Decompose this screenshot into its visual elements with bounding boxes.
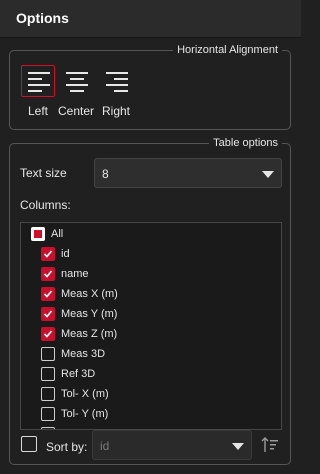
- table-options-legend: Table options: [209, 136, 282, 150]
- sort-by-select[interactable]: id: [92, 430, 252, 460]
- options-header: Options: [0, 0, 301, 38]
- chevron-down-icon: [262, 171, 274, 178]
- column-item[interactable]: All: [21, 224, 281, 244]
- align-center-button[interactable]: Center: [56, 65, 96, 119]
- column-label: Meas Y (m): [61, 308, 118, 320]
- column-checkbox[interactable]: [41, 347, 55, 361]
- align-center-label: Center: [57, 104, 95, 118]
- column-label: All: [51, 228, 64, 240]
- align-left-label: Left: [27, 104, 48, 118]
- align-right-label: Right: [101, 104, 130, 118]
- chevron-down-icon: [232, 443, 244, 450]
- sort-by-value: id: [100, 439, 110, 453]
- column-checkbox[interactable]: [41, 327, 55, 341]
- column-label: id: [61, 248, 70, 260]
- column-checkbox[interactable]: [41, 407, 55, 421]
- sort-by-checkbox[interactable]: [21, 436, 37, 452]
- column-item[interactable]: Meas Z (m): [21, 324, 281, 344]
- column-item[interactable]: Meas X (m): [21, 284, 281, 304]
- column-checkbox[interactable]: [41, 267, 55, 281]
- column-label: Meas 3D: [61, 348, 106, 360]
- column-label: Ref 3D: [61, 368, 96, 380]
- check-icon: [43, 330, 53, 338]
- table-options-group: Table options Text size 8 Columns: All id…: [9, 136, 291, 465]
- column-label: Meas X (m): [61, 288, 118, 300]
- column-checkbox[interactable]: [41, 247, 55, 261]
- check-icon: [43, 250, 53, 258]
- text-size-value: 8: [102, 167, 109, 181]
- columns-list[interactable]: All id name Meas X (m) Meas Y (m) Meas Z (m) M…: [20, 222, 282, 430]
- page-title: Options: [16, 10, 69, 26]
- column-item[interactable]: name: [21, 264, 281, 284]
- align-right-icon: [99, 65, 133, 97]
- columns-label: Columns:: [20, 198, 71, 212]
- text-size-select[interactable]: 8: [94, 158, 282, 188]
- check-icon: [43, 310, 53, 318]
- horizontal-alignment-legend: Horizontal Alignment: [173, 43, 282, 57]
- column-checkbox[interactable]: [41, 307, 55, 321]
- sort-order-icon[interactable]: [261, 436, 279, 454]
- column-item[interactable]: Meas 3D: [21, 344, 281, 364]
- column-label: Tol- Y (m): [61, 408, 109, 420]
- align-left-button[interactable]: Left: [18, 65, 58, 119]
- sort-by-label: Sort by:: [46, 440, 88, 454]
- column-label: name: [61, 268, 89, 280]
- column-item[interactable]: Ref 3D: [21, 364, 281, 384]
- horizontal-alignment-group: Horizontal Alignment Left Center Right: [9, 43, 291, 130]
- column-checkbox[interactable]: [41, 387, 55, 401]
- text-size-label: Text size: [20, 166, 67, 180]
- column-label: Meas Z (m): [61, 328, 118, 340]
- align-left-icon: [21, 65, 55, 97]
- column-checkbox[interactable]: [41, 287, 55, 301]
- column-item[interactable]: Tol- Y (m): [21, 404, 281, 424]
- align-center-icon: [59, 65, 93, 97]
- column-item[interactable]: Tol- X (m): [21, 384, 281, 404]
- column-checkbox[interactable]: [41, 367, 55, 381]
- align-right-button[interactable]: Right: [96, 65, 136, 119]
- column-item[interactable]: id: [21, 244, 281, 264]
- check-icon: [43, 290, 53, 298]
- column-item[interactable]: Meas Y (m): [21, 304, 281, 324]
- column-label: Tol- X (m): [61, 388, 109, 400]
- column-checkbox[interactable]: [41, 427, 55, 429]
- column-checkbox[interactable]: [31, 227, 45, 241]
- check-icon: [43, 270, 53, 278]
